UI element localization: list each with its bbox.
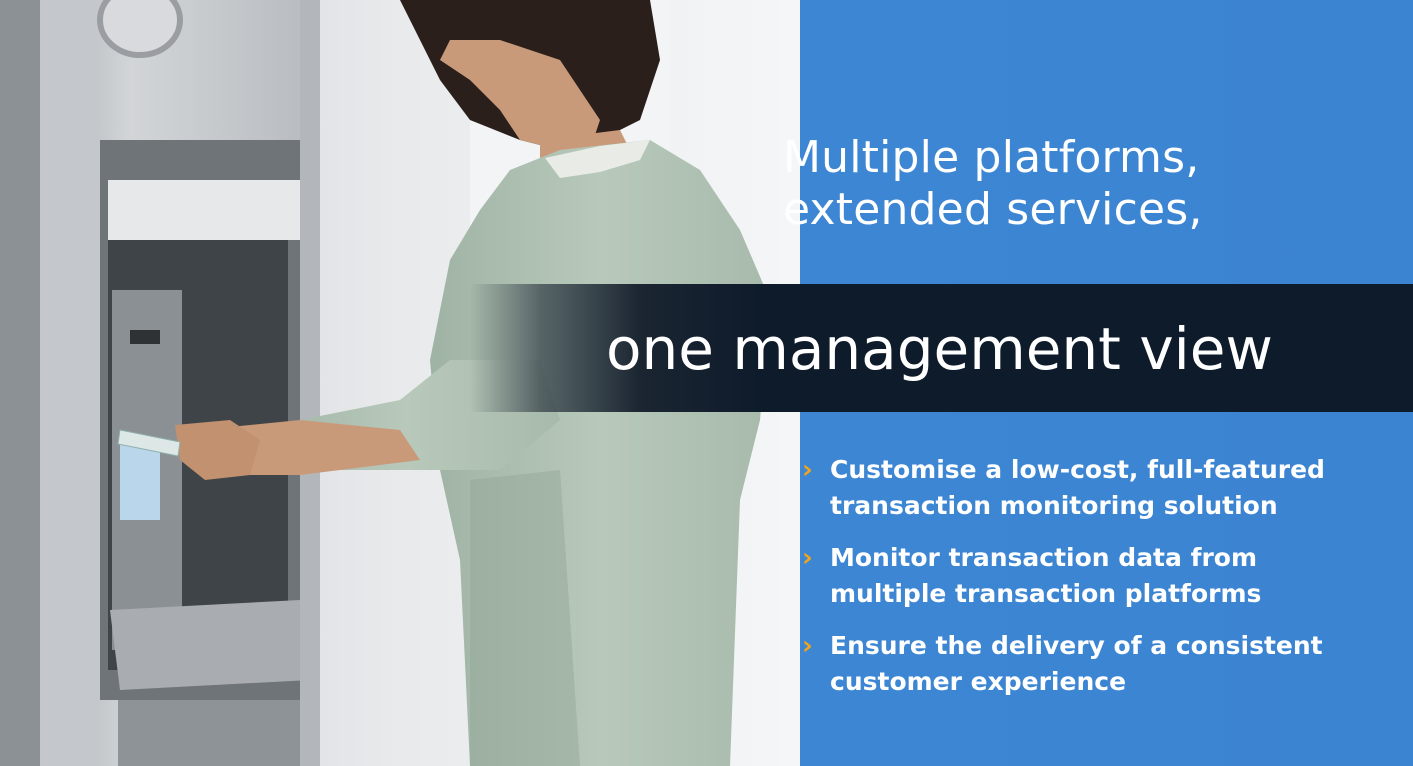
feature-item: › Monitor transaction data from multiple… bbox=[802, 540, 1388, 612]
chevron-right-icon: › bbox=[802, 631, 813, 661]
headline-line-1: Multiple platforms, bbox=[783, 132, 1200, 183]
feature-item: › Customise a low-cost, full-featured tr… bbox=[802, 452, 1388, 524]
chevron-right-icon: › bbox=[802, 543, 813, 573]
headline: Multiple platforms, extended services, bbox=[783, 132, 1383, 236]
headline-line-2: extended services, bbox=[783, 184, 1203, 235]
promo-banner: Multiple platforms, extended services, o… bbox=[0, 0, 1413, 766]
chevron-right-icon: › bbox=[802, 455, 813, 485]
feature-text: Customise a low-cost, full-featured tran… bbox=[830, 455, 1325, 520]
feature-text: Ensure the delivery of a consistent cust… bbox=[830, 631, 1323, 696]
feature-item: › Ensure the delivery of a consistent cu… bbox=[802, 628, 1388, 700]
band-title: one management view bbox=[606, 315, 1273, 383]
feature-text: Monitor transaction data from multiple t… bbox=[830, 543, 1262, 608]
feature-list: › Customise a low-cost, full-featured tr… bbox=[802, 452, 1388, 716]
